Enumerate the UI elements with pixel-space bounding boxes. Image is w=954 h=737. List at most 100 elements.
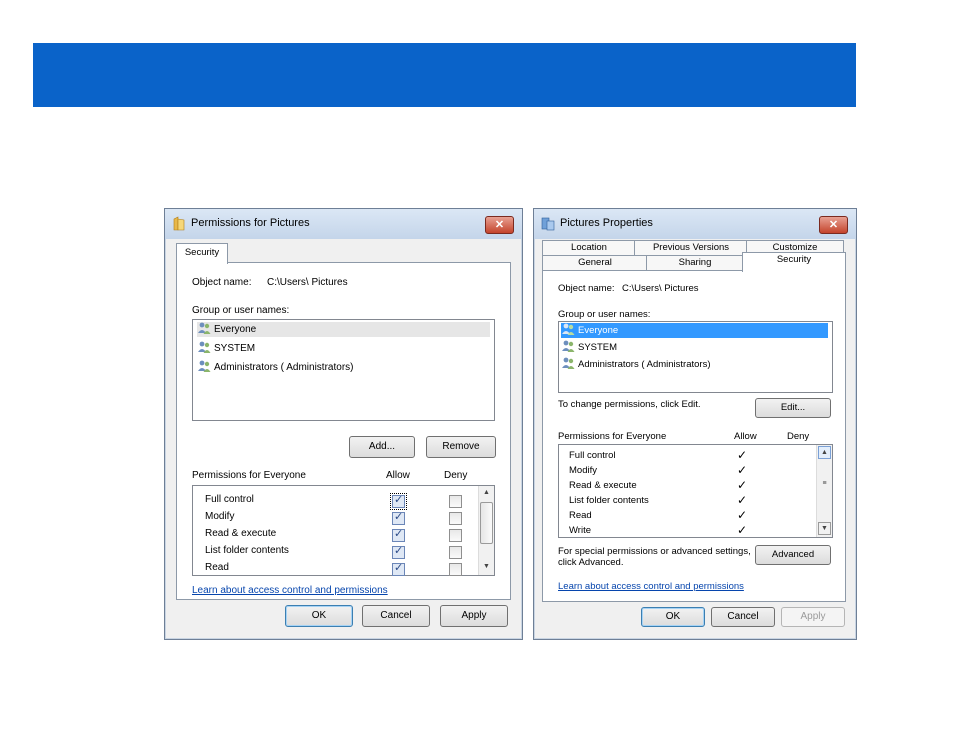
perm-read: Read xyxy=(205,562,229,573)
deny-list-folder-checkbox[interactable] xyxy=(449,546,462,559)
perm-list-folder: List folder contents xyxy=(205,545,289,556)
scroll-thumb[interactable] xyxy=(480,502,493,544)
users-icon xyxy=(198,341,211,353)
user-item-administrators[interactable]: Administrators ( Administrators) xyxy=(197,360,357,375)
user-item-administrators[interactable]: Administrators ( Administrators) xyxy=(561,357,715,372)
change-permissions-text: To change permissions, click Edit. xyxy=(558,399,701,410)
user-item-system[interactable]: SYSTEM xyxy=(561,340,621,355)
learn-more-link[interactable]: Learn about access control and permissio… xyxy=(192,585,388,596)
scroll-down-arrow-icon[interactable]: ▼ xyxy=(479,560,494,574)
ok-button[interactable]: OK xyxy=(641,607,705,627)
user-listbox[interactable]: Everyone SYSTEM Administrators ( Adminis… xyxy=(558,321,833,393)
perm-modify: Modify xyxy=(569,465,597,476)
cancel-button[interactable]: Cancel xyxy=(711,607,775,627)
ok-button[interactable]: OK xyxy=(285,605,353,627)
tab-security[interactable]: Security xyxy=(742,252,846,272)
allow-read-check: ✓ xyxy=(737,508,748,522)
window-title: Pictures Properties xyxy=(560,217,653,229)
window-title: Permissions for Pictures xyxy=(191,217,310,229)
user-name: Administrators ( Administrators) xyxy=(578,359,711,370)
folder-properties-icon xyxy=(541,217,555,231)
allow-header: Allow xyxy=(386,470,410,481)
tab-security[interactable]: Security xyxy=(176,243,228,264)
allow-read-execute-check: ✓ xyxy=(737,478,748,492)
scroll-down-arrow-icon[interactable]: ▼ xyxy=(818,522,831,535)
edit-button[interactable]: Edit... xyxy=(755,398,831,418)
add-button[interactable]: Add... xyxy=(349,436,415,458)
deny-modify-checkbox[interactable] xyxy=(449,512,462,525)
apply-button[interactable]: Apply xyxy=(781,607,845,627)
user-item-everyone[interactable]: Everyone xyxy=(561,323,828,338)
permissions-list: Full control Modify Read & execute List … xyxy=(192,485,495,576)
scroll-up-arrow-icon[interactable]: ▲ xyxy=(479,486,494,500)
scroll-grip-icon: ≡ xyxy=(822,480,827,487)
properties-dialog: Pictures Properties ✕ Location Previous … xyxy=(533,208,857,640)
deny-read-checkbox[interactable] xyxy=(449,563,462,576)
allow-modify-checkbox[interactable] xyxy=(392,510,405,525)
users-icon xyxy=(562,323,575,335)
close-icon: ✕ xyxy=(828,219,839,231)
tab-sharing[interactable]: Sharing xyxy=(646,255,744,271)
perm-read-execute: Read & execute xyxy=(205,528,277,539)
tab-previous-versions[interactable]: Previous Versions xyxy=(634,240,748,256)
permissions-scrollbar[interactable]: ▲ ▼ xyxy=(478,486,494,575)
perm-list-folder: List folder contents xyxy=(569,495,649,506)
deny-header: Deny xyxy=(787,431,810,442)
deny-full-control-checkbox[interactable] xyxy=(449,495,462,508)
remove-button[interactable]: Remove xyxy=(426,436,496,458)
user-item-everyone[interactable]: Everyone xyxy=(197,322,490,337)
perm-read: Read xyxy=(569,510,592,521)
object-name-value: C:\Users\ Pictures xyxy=(267,277,348,288)
allow-modify-check: ✓ xyxy=(737,463,748,477)
apply-button[interactable]: Apply xyxy=(440,605,508,627)
allow-read-execute-checkbox[interactable] xyxy=(392,527,405,542)
users-icon xyxy=(198,322,211,334)
user-name: Everyone xyxy=(578,325,619,336)
user-name: SYSTEM xyxy=(578,342,618,353)
allow-write-check: ✓ xyxy=(737,523,748,537)
users-icon xyxy=(198,360,211,372)
allow-list-folder-checkbox[interactable] xyxy=(392,544,405,559)
group-label: Group or user names: xyxy=(558,309,651,320)
permissions-scrollbar[interactable]: ▲ ≡ ▼ xyxy=(816,445,832,537)
users-icon xyxy=(562,340,575,352)
header-banner xyxy=(33,43,856,107)
object-name-label: Object name: xyxy=(192,277,252,288)
object-name-label: Object name: xyxy=(558,283,615,294)
allow-list-folder-check: ✓ xyxy=(737,493,748,507)
object-name-value: C:\Users\ Pictures xyxy=(622,283,699,294)
deny-read-execute-checkbox[interactable] xyxy=(449,529,462,542)
close-button[interactable]: ✕ xyxy=(485,216,514,234)
scroll-up-arrow-icon[interactable]: ▲ xyxy=(818,446,831,459)
user-name: SYSTEM xyxy=(214,343,256,354)
permissions-label: Permissions for Everyone xyxy=(192,470,306,481)
close-icon: ✕ xyxy=(494,219,505,231)
deny-header: Deny xyxy=(444,470,468,481)
tab-general[interactable]: General xyxy=(542,255,648,271)
allow-full-control-checkbox[interactable] xyxy=(390,493,407,510)
user-listbox[interactable]: Everyone SYSTEM Administrators ( Adminis… xyxy=(192,319,495,421)
group-label: Group or user names: xyxy=(192,305,290,316)
close-button[interactable]: ✕ xyxy=(819,216,848,234)
perm-full-control: Full control xyxy=(569,450,616,461)
user-name: Administrators ( Administrators) xyxy=(214,362,354,373)
tab-location[interactable]: Location xyxy=(542,240,636,256)
permissions-list: Full control Modify Read & execute List … xyxy=(558,444,833,538)
learn-more-link[interactable]: Learn about access control and permissio… xyxy=(558,581,744,592)
folder-icon xyxy=(173,216,185,231)
perm-read-execute: Read & execute xyxy=(569,480,637,491)
title-bar[interactable]: Permissions for Pictures ✕ xyxy=(165,209,522,239)
cancel-button[interactable]: Cancel xyxy=(362,605,430,627)
title-bar[interactable]: Pictures Properties ✕ xyxy=(534,209,856,239)
advanced-button[interactable]: Advanced xyxy=(755,545,831,565)
security-panel: Object name: C:\Users\ Pictures Group or… xyxy=(176,262,511,600)
user-name: Everyone xyxy=(214,324,257,335)
permissions-label: Permissions for Everyone xyxy=(558,431,667,442)
special-permissions-text-2: click Advanced. xyxy=(558,557,624,568)
users-icon xyxy=(562,357,575,369)
allow-header: Allow xyxy=(734,431,757,442)
user-item-system[interactable]: SYSTEM xyxy=(197,341,259,356)
perm-modify: Modify xyxy=(205,511,235,522)
perm-write: Write xyxy=(569,525,591,536)
allow-read-checkbox[interactable] xyxy=(392,561,405,576)
